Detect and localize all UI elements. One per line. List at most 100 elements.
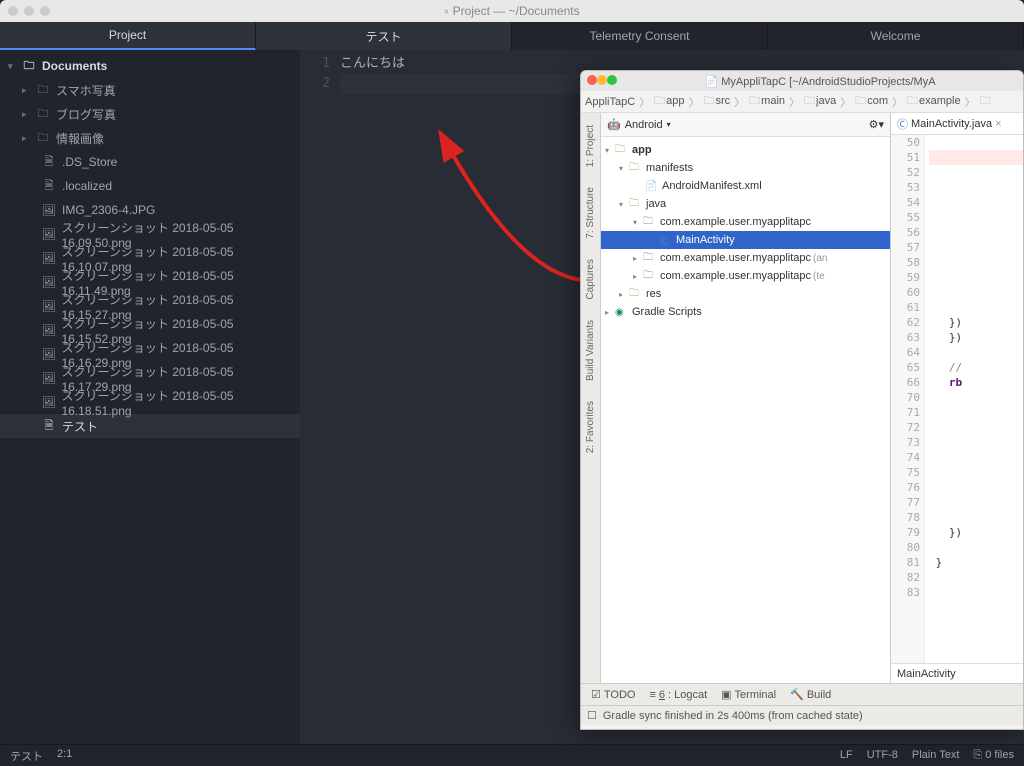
tree-package[interactable]: ▸🗀com.example.user.myapplitapc(an [601, 249, 890, 267]
breadcrumb[interactable]: AppliTapC〉 🗀app〉 🗀src〉 🗀main〉 🗀java〉 🗀co… [581, 91, 1023, 113]
tree-main-activity[interactable]: ⒸMainActivity [601, 231, 890, 249]
tree-root[interactable]: ▾ 🗀 Documents [0, 54, 300, 78]
folder-icon: 🗀 [629, 196, 643, 213]
todo-icon: ☑ [591, 688, 601, 701]
tab-build-variants[interactable]: Build Variants [584, 316, 597, 385]
image-icon: 🖼 [40, 348, 57, 361]
left-tool-tabs[interactable]: 1: Project 7: Structure Captures Build V… [581, 113, 601, 683]
tree-package[interactable]: ▸🗀com.example.user.myapplitapc(te [601, 267, 890, 285]
file-icon: 🗎 [40, 177, 58, 196]
folder-icon: 🗀 [20, 57, 38, 76]
image-icon: 🖼 [40, 204, 58, 217]
gear-icon[interactable]: ⚙▾ [869, 119, 884, 131]
image-icon: 🖼 [40, 300, 57, 313]
tree-manifests[interactable]: ▾🗀manifests [601, 159, 890, 177]
tab-logcat[interactable]: ≡6: Logcat [649, 689, 707, 701]
android-icon: 🤖 [607, 118, 621, 131]
folder-icon: 🗀 [855, 95, 866, 107]
editor-tabs[interactable]: ⒸMainActivity.java× [891, 113, 1023, 135]
package-icon: 🗀 [643, 250, 657, 267]
tab-terminal[interactable]: ▣Terminal [721, 688, 776, 701]
status-cursor[interactable]: 2:1 [57, 748, 72, 764]
status-encoding[interactable]: UTF-8 [867, 749, 898, 762]
folder-icon: 🗀 [749, 95, 760, 107]
tree-package[interactable]: ▾🗀com.example.user.myapplitapc [601, 213, 890, 231]
tree-gradle[interactable]: ▸◉Gradle Scripts [601, 303, 890, 321]
tab-project-tool[interactable]: 1: Project [584, 121, 597, 171]
folder-icon: 🗀 [704, 95, 715, 107]
dropdown-icon[interactable]: ▾ [667, 120, 671, 129]
chevron-right-icon: ▸ [22, 133, 32, 144]
tab-telemetry[interactable]: Telemetry Consent [512, 22, 768, 50]
image-icon: 🖼 [40, 324, 57, 337]
class-icon: Ⓒ [897, 116, 908, 132]
tree-header[interactable]: 🤖 Android ▾ ⚙▾ [601, 113, 890, 137]
module-icon: 🗀 [615, 142, 629, 159]
status-eol[interactable]: LF [840, 749, 853, 762]
project-tree[interactable]: ▾🗀app ▾🗀manifests 📄AndroidManifest.xml ▾… [601, 137, 890, 683]
tab-project[interactable]: Project [0, 22, 256, 50]
tree-manifest-file[interactable]: 📄AndroidManifest.xml [601, 177, 890, 195]
tab-captures[interactable]: Captures [584, 255, 597, 304]
traffic-lights[interactable] [587, 75, 617, 88]
editor-breadcrumb-footer[interactable]: MainActivity [891, 663, 1023, 683]
chevron-right-icon: ▸ [22, 85, 32, 96]
tab-welcome[interactable]: Welcome [768, 22, 1024, 50]
file-icon: ▫ [444, 4, 448, 18]
traffic-lights[interactable] [8, 6, 50, 16]
status-grammar[interactable]: Plain Text [912, 749, 960, 762]
as-code-lines[interactable]: }) }) // rb }) } [925, 135, 1023, 663]
window-title: Project — ~/Documents [453, 4, 580, 18]
file-icon: 🗎 [40, 417, 58, 436]
tree-folder[interactable]: ▸🗀スマホ写真 [0, 78, 300, 102]
file-icon: 📄 [704, 76, 718, 88]
tree-file[interactable]: 🖼スクリーンショット 2018-05-05 16.18.51.png [0, 390, 300, 414]
folder-icon: 🗀 [629, 160, 643, 177]
atom-pane-tabs: Project テスト Telemetry Consent Welcome [0, 22, 1024, 50]
gradle-icon: ◉ [615, 307, 629, 318]
image-icon: 🖼 [40, 228, 57, 241]
image-icon: 🖼 [40, 276, 58, 289]
class-icon: Ⓒ [659, 233, 673, 248]
project-sidebar[interactable]: ▾ 🗀 Documents ▸🗀スマホ写真 ▸🗀ブログ写真 ▸🗀情報画像 🗎.D… [0, 50, 300, 744]
status-filename[interactable]: テスト [10, 748, 43, 764]
image-icon: 🖼 [40, 396, 57, 409]
tree-app[interactable]: ▾🗀app [601, 141, 890, 159]
tree-folder[interactable]: ▸🗀ブログ写真 [0, 102, 300, 126]
view-mode[interactable]: Android [625, 119, 663, 131]
tab-favorites[interactable]: 2: Favorites [584, 397, 597, 457]
tree-file[interactable]: 🗎.localized [0, 174, 300, 198]
tree-file-selected[interactable]: 🗎テスト [0, 414, 300, 438]
tab-test[interactable]: テスト [256, 22, 512, 50]
status-git[interactable]: ⎘ 0 files [973, 749, 1014, 762]
tree-res[interactable]: ▸🗀res [601, 285, 890, 303]
tab-build[interactable]: 🔨Build [790, 688, 831, 701]
tab-structure[interactable]: 7: Structure [584, 183, 597, 243]
folder-icon: 🗀 [804, 95, 815, 107]
as-titlebar: 📄 MyAppliTapC [~/AndroidStudioProjects/M… [581, 71, 1023, 91]
chevron-down-icon: ▾ [8, 61, 18, 72]
android-studio-window[interactable]: 📄 MyAppliTapC [~/AndroidStudioProjects/M… [580, 70, 1024, 730]
folder-icon: 🗀 [34, 129, 52, 148]
folder-icon: 🗀 [629, 286, 643, 303]
logcat-icon: ≡ [649, 689, 655, 701]
as-status-bar: ☐ Gradle sync finished in 2s 400ms (from… [581, 705, 1023, 725]
folder-icon: 🗀 [34, 81, 52, 100]
bottom-tool-tabs[interactable]: ☑TODO ≡6: Logcat ▣Terminal 🔨Build [581, 683, 1023, 705]
file-icon: 🗎 [40, 153, 58, 172]
status-message: Gradle sync finished in 2s 400ms (from c… [603, 710, 863, 722]
package-icon: 🗀 [643, 214, 657, 231]
tree-file[interactable]: 🗎.DS_Store [0, 150, 300, 174]
tab-todo[interactable]: ☑TODO [591, 688, 635, 701]
gutter: 1 2 [300, 50, 340, 744]
close-icon[interactable]: × [995, 118, 1001, 130]
tree-java[interactable]: ▾🗀java [601, 195, 890, 213]
status-icon: ☐ [587, 709, 597, 722]
tree-folder[interactable]: ▸🗀情報画像 [0, 126, 300, 150]
folder-icon: 🗀 [654, 95, 665, 107]
status-bar: テスト 2:1 LF UTF-8 Plain Text ⎘ 0 files [0, 744, 1024, 766]
editor-tab-mainactivity[interactable]: ⒸMainActivity.java× [897, 116, 1002, 132]
project-tree-panel: 🤖 Android ▾ ⚙▾ ▾🗀app ▾🗀manifests 📄Androi… [601, 113, 891, 683]
folder-icon: 🗀 [34, 105, 52, 124]
as-code-area[interactable]: 50 51 52 53 54 55 56 57 58 59 60 61 62 6… [891, 135, 1023, 663]
